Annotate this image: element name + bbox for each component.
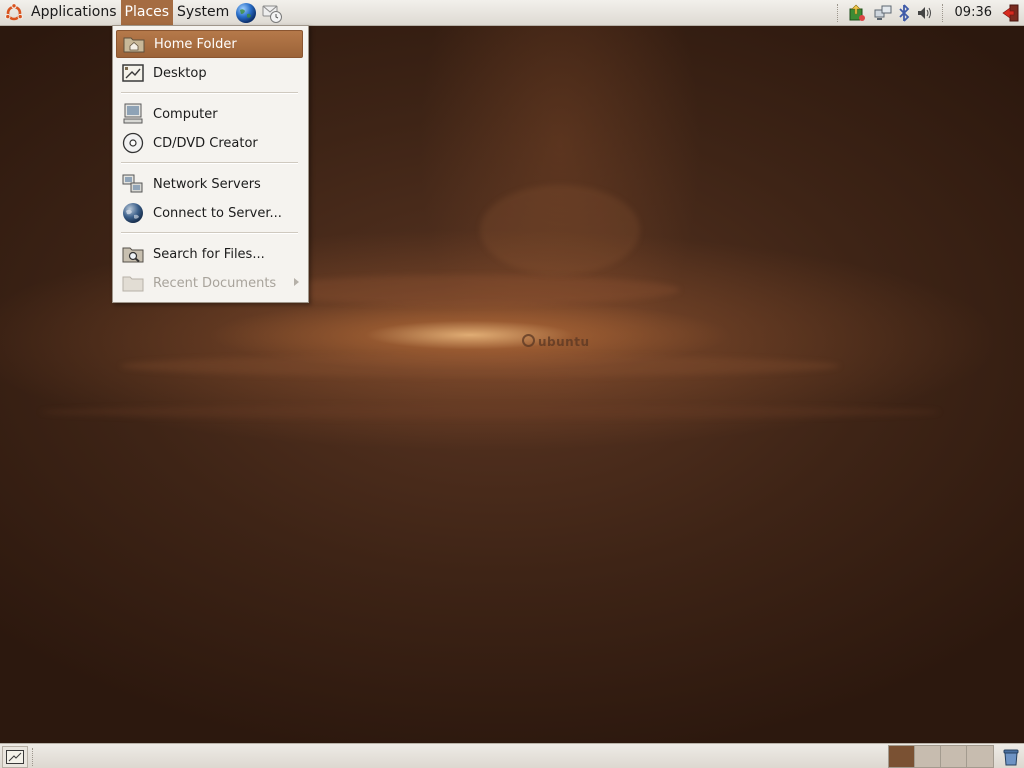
menu-item-label: Computer bbox=[153, 106, 218, 122]
show-desktop-button[interactable] bbox=[2, 745, 28, 768]
bluetooth-icon[interactable] bbox=[898, 2, 910, 24]
menu-separator bbox=[121, 162, 298, 164]
volume-icon[interactable] bbox=[914, 2, 936, 24]
menu-item-label: CD/DVD Creator bbox=[153, 135, 258, 151]
bottom-panel bbox=[0, 743, 1024, 768]
top-panel: Applications Places System 09:36 bbox=[0, 0, 1024, 26]
show-desktop-icon bbox=[6, 749, 24, 764]
shutdown-icon[interactable] bbox=[1000, 2, 1022, 24]
menu-separator bbox=[121, 92, 298, 94]
menu-item-recent-documents[interactable]: Recent Documents bbox=[116, 269, 303, 297]
workspace-switcher bbox=[888, 745, 994, 768]
network-icon[interactable] bbox=[872, 2, 894, 24]
menu-item-network-servers[interactable]: Network Servers bbox=[116, 170, 303, 198]
web-browser-globe-icon[interactable] bbox=[235, 2, 257, 24]
network-servers-icon bbox=[122, 173, 144, 195]
menu-item-label: Network Servers bbox=[153, 176, 261, 192]
email-client-icon[interactable] bbox=[261, 2, 283, 24]
notification-area: 09:36 bbox=[833, 0, 1024, 25]
trash-icon[interactable] bbox=[1000, 746, 1022, 768]
panel-grip[interactable] bbox=[32, 747, 36, 766]
menu-item-label: Home Folder bbox=[154, 36, 237, 52]
menu-item-computer[interactable]: Computer bbox=[116, 100, 303, 128]
home-folder-icon bbox=[123, 33, 145, 55]
system-menu[interactable]: System bbox=[173, 0, 233, 25]
places-menu-button[interactable]: Places bbox=[120, 0, 174, 25]
menu-item-home-folder[interactable]: Home Folder bbox=[116, 30, 303, 58]
panel-separator bbox=[941, 3, 945, 22]
menu-item-connect-to-server[interactable]: Connect to Server... bbox=[116, 199, 303, 227]
places-dropdown-menu: Home Folder Desktop Computer CD/DVD Crea… bbox=[112, 25, 309, 303]
wallpaper-logo: ubuntu bbox=[522, 334, 590, 349]
menu-item-label: Desktop bbox=[153, 65, 207, 81]
applications-menu[interactable]: Applications bbox=[27, 0, 121, 25]
menu-item-label: Recent Documents bbox=[153, 275, 277, 291]
workspace-3[interactable] bbox=[941, 746, 967, 767]
folder-icon bbox=[122, 272, 144, 294]
clock[interactable]: 09:36 bbox=[949, 5, 998, 20]
menu-item-label: Search for Files... bbox=[153, 246, 265, 262]
workspace-2[interactable] bbox=[915, 746, 941, 767]
submenu-arrow-icon bbox=[294, 278, 299, 286]
screen: ubuntu Applications Places System 09:36 … bbox=[0, 0, 1024, 768]
ubuntu-logo-icon[interactable] bbox=[3, 2, 25, 24]
menu-item-label: Connect to Server... bbox=[153, 205, 282, 221]
desktop-icon bbox=[122, 62, 144, 84]
computer-icon bbox=[122, 103, 144, 125]
workspace-4[interactable] bbox=[967, 746, 993, 767]
menu-separator bbox=[121, 232, 298, 234]
menu-item-search-for-files[interactable]: Search for Files... bbox=[116, 240, 303, 268]
globe-icon bbox=[122, 202, 144, 224]
update-notifier-icon[interactable] bbox=[846, 2, 868, 24]
panel-separator bbox=[836, 3, 840, 22]
search-folder-icon bbox=[122, 243, 144, 265]
menu-item-desktop[interactable]: Desktop bbox=[116, 59, 303, 87]
workspace-1[interactable] bbox=[889, 746, 915, 767]
cd-dvd-icon bbox=[122, 132, 144, 154]
menu-item-cd-dvd-creator[interactable]: CD/DVD Creator bbox=[116, 129, 303, 157]
